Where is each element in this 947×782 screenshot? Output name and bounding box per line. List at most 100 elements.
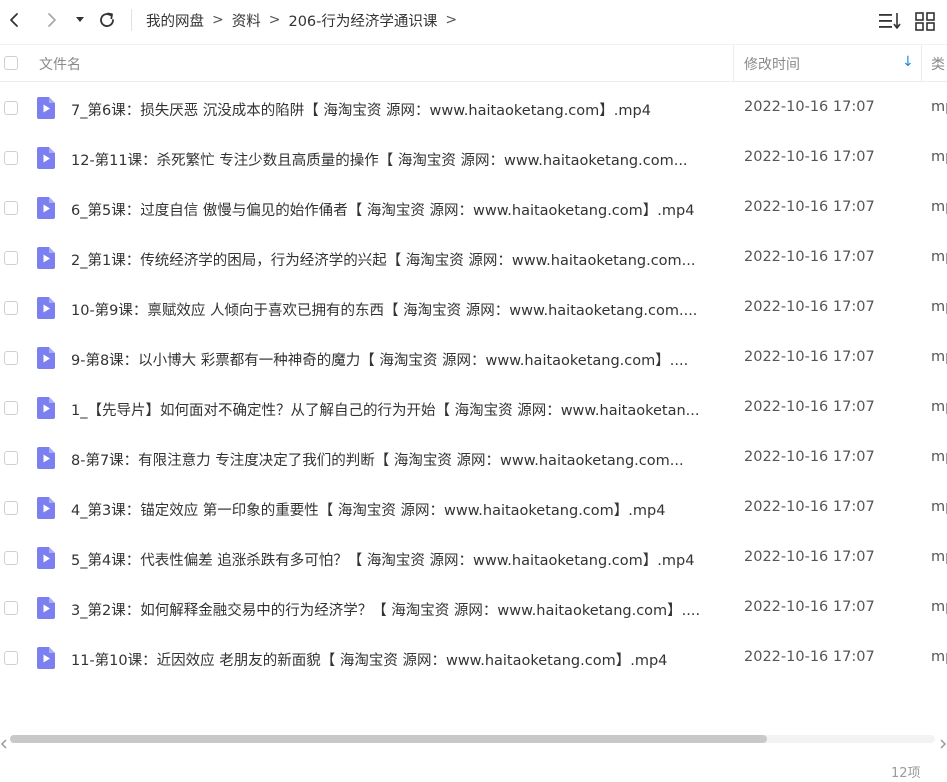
- row-checkbox[interactable]: [4, 601, 18, 615]
- row-checkbox[interactable]: [4, 151, 18, 165]
- column-type-header[interactable]: 类: [931, 54, 945, 74]
- file-list: 7_第6课：损失厌恶 沉没成本的陷阱【 海淘宝资 源网：www.haitaoke…: [0, 83, 947, 683]
- file-modified-time: 2022-10-16 17:07: [744, 149, 875, 165]
- file-type: mp: [931, 349, 947, 365]
- row-checkbox[interactable]: [4, 101, 18, 115]
- file-name[interactable]: 11-第10课：近因效应 老朋友的新面貌【 海淘宝资 源网：www.haitao…: [71, 649, 721, 670]
- row-checkbox[interactable]: [4, 451, 18, 465]
- file-type: mp: [931, 549, 947, 565]
- row-checkbox[interactable]: [4, 401, 18, 415]
- file-name[interactable]: 9-第8课：以小博大 彩票都有一种神奇的魔力【 海淘宝资 源网：www.hait…: [71, 349, 721, 370]
- file-row[interactable]: 5_第4课：代表性偏差 追涨杀跌有多可怕？【 海淘宝资 源网：www.haita…: [0, 533, 947, 583]
- video-file-icon: [35, 396, 57, 420]
- breadcrumb-separator: >: [212, 12, 224, 28]
- file-type: mp: [931, 449, 947, 465]
- file-modified-time: 2022-10-16 17:07: [744, 199, 875, 215]
- column-name-header[interactable]: 文件名: [39, 54, 81, 74]
- video-file-icon: [35, 196, 57, 220]
- file-type: mp: [931, 149, 947, 165]
- file-row[interactable]: 3_第2课：如何解释金融交易中的行为经济学？【 海淘宝资 源网：www.hait…: [0, 583, 947, 633]
- file-modified-time: 2022-10-16 17:07: [744, 249, 875, 265]
- select-all-checkbox[interactable]: [4, 56, 18, 70]
- row-checkbox[interactable]: [4, 501, 18, 515]
- forward-icon[interactable]: [40, 8, 64, 32]
- back-icon[interactable]: [2, 8, 26, 32]
- file-name[interactable]: 8-第7课：有限注意力 专注度决定了我们的判断【 海淘宝资 源网：www.hai…: [71, 449, 721, 470]
- grid-view-icon[interactable]: [913, 9, 937, 33]
- file-name[interactable]: 3_第2课：如何解释金融交易中的行为经济学？【 海淘宝资 源网：www.hait…: [71, 599, 721, 620]
- row-checkbox[interactable]: [4, 301, 18, 315]
- video-file-icon: [35, 496, 57, 520]
- scroll-left-icon[interactable]: [0, 734, 8, 749]
- row-checkbox[interactable]: [4, 651, 18, 665]
- file-type: mp: [931, 299, 947, 315]
- file-name[interactable]: 1_【先导片】如何面对不确定性？从了解自己的行为开始【 海淘宝资 源网：www.…: [71, 399, 721, 420]
- file-row[interactable]: 10-第9课：禀赋效应 人倾向于喜欢已拥有的东西【 海淘宝资 源网：www.ha…: [0, 283, 947, 333]
- breadcrumb-item-current-folder[interactable]: 206-行为经济学通识课: [288, 10, 437, 31]
- file-type: mp: [931, 199, 947, 215]
- file-modified-time: 2022-10-16 17:07: [744, 299, 875, 315]
- file-name[interactable]: 5_第4课：代表性偏差 追涨杀跌有多可怕？【 海淘宝资 源网：www.haita…: [71, 549, 721, 570]
- scroll-right-icon[interactable]: [939, 734, 947, 749]
- file-type: mp: [931, 649, 947, 665]
- file-name[interactable]: 12-第11课：杀死繁忙 专注少数且高质量的操作【 海淘宝资 源网：www.ha…: [71, 149, 721, 170]
- breadcrumb: 我的网盘 > 资料 > 206-行为经济学通识课 >: [146, 0, 465, 40]
- file-type: mp: [931, 99, 947, 115]
- file-modified-time: 2022-10-16 17:07: [744, 549, 875, 565]
- file-type: mp: [931, 399, 947, 415]
- file-name[interactable]: 10-第9课：禀赋效应 人倾向于喜欢已拥有的东西【 海淘宝资 源网：www.ha…: [71, 299, 721, 320]
- file-row[interactable]: 2_第1课：传统经济学的困局，行为经济学的兴起【 海淘宝资 源网：www.hai…: [0, 233, 947, 283]
- column-header: 文件名 修改时间 ↓ 类: [0, 44, 947, 82]
- breadcrumb-item-materials[interactable]: 资料: [232, 10, 261, 31]
- video-file-icon: [35, 646, 57, 670]
- column-modified-header[interactable]: 修改时间: [744, 54, 800, 74]
- file-modified-time: 2022-10-16 17:07: [744, 649, 875, 665]
- file-type: mp: [931, 499, 947, 515]
- toolbar-divider: [131, 9, 132, 31]
- row-checkbox[interactable]: [4, 251, 18, 265]
- video-file-icon: [35, 346, 57, 370]
- file-modified-time: 2022-10-16 17:07: [744, 99, 875, 115]
- video-file-icon: [35, 296, 57, 320]
- dropdown-icon[interactable]: [70, 8, 90, 32]
- breadcrumb-separator[interactable]: >: [445, 12, 457, 28]
- file-row[interactable]: 1_【先导片】如何面对不确定性？从了解自己的行为开始【 海淘宝资 源网：www.…: [0, 383, 947, 433]
- file-row[interactable]: 6_第5课：过度自信 傲慢与偏见的始作俑者【 海淘宝资 源网：www.haita…: [0, 183, 947, 233]
- file-name[interactable]: 7_第6课：损失厌恶 沉没成本的陷阱【 海淘宝资 源网：www.haitaoke…: [71, 99, 721, 120]
- column-divider[interactable]: [921, 45, 922, 81]
- file-modified-time: 2022-10-16 17:07: [744, 349, 875, 365]
- video-file-icon: [35, 146, 57, 170]
- video-file-icon: [35, 446, 57, 470]
- file-modified-time: 2022-10-16 17:07: [744, 399, 875, 415]
- file-name[interactable]: 4_第3课：锚定效应 第一印象的重要性【 海淘宝资 源网：www.haitaok…: [71, 499, 721, 520]
- file-name[interactable]: 6_第5课：过度自信 傲慢与偏见的始作俑者【 海淘宝资 源网：www.haita…: [71, 199, 721, 220]
- row-checkbox[interactable]: [4, 551, 18, 565]
- file-modified-time: 2022-10-16 17:07: [744, 599, 875, 615]
- video-file-icon: [35, 246, 57, 270]
- video-file-icon: [35, 596, 57, 620]
- file-name[interactable]: 2_第1课：传统经济学的困局，行为经济学的兴起【 海淘宝资 源网：www.hai…: [71, 249, 721, 270]
- item-count: 12项: [891, 766, 921, 781]
- row-checkbox[interactable]: [4, 351, 18, 365]
- video-file-icon: [35, 546, 57, 570]
- toolbar: 我的网盘 > 资料 > 206-行为经济学通识课 >: [0, 0, 947, 44]
- file-modified-time: 2022-10-16 17:07: [744, 449, 875, 465]
- breadcrumb-separator: >: [268, 12, 281, 28]
- file-row[interactable]: 4_第3课：锚定效应 第一印象的重要性【 海淘宝资 源网：www.haitaok…: [0, 483, 947, 533]
- file-type: mp: [931, 599, 947, 615]
- row-checkbox[interactable]: [4, 201, 18, 215]
- refresh-icon[interactable]: [94, 8, 120, 32]
- scrollbar-thumb[interactable]: [10, 735, 767, 743]
- sort-icon[interactable]: [877, 9, 903, 33]
- horizontal-scrollbar[interactable]: [0, 731, 947, 749]
- file-row[interactable]: 8-第7课：有限注意力 专注度决定了我们的判断【 海淘宝资 源网：www.hai…: [0, 433, 947, 483]
- file-row[interactable]: 9-第8课：以小博大 彩票都有一种神奇的魔力【 海淘宝资 源网：www.hait…: [0, 333, 947, 383]
- file-modified-time: 2022-10-16 17:07: [744, 499, 875, 515]
- breadcrumb-item-my-drive[interactable]: 我的网盘: [146, 10, 204, 31]
- column-divider[interactable]: [733, 45, 734, 81]
- video-file-icon: [35, 96, 57, 120]
- sort-descending-icon[interactable]: ↓: [902, 54, 914, 70]
- file-row[interactable]: 11-第10课：近因效应 老朋友的新面貌【 海淘宝资 源网：www.haitao…: [0, 633, 947, 683]
- file-row[interactable]: 12-第11课：杀死繁忙 专注少数且高质量的操作【 海淘宝资 源网：www.ha…: [0, 133, 947, 183]
- file-row[interactable]: 7_第6课：损失厌恶 沉没成本的陷阱【 海淘宝资 源网：www.haitaoke…: [0, 83, 947, 133]
